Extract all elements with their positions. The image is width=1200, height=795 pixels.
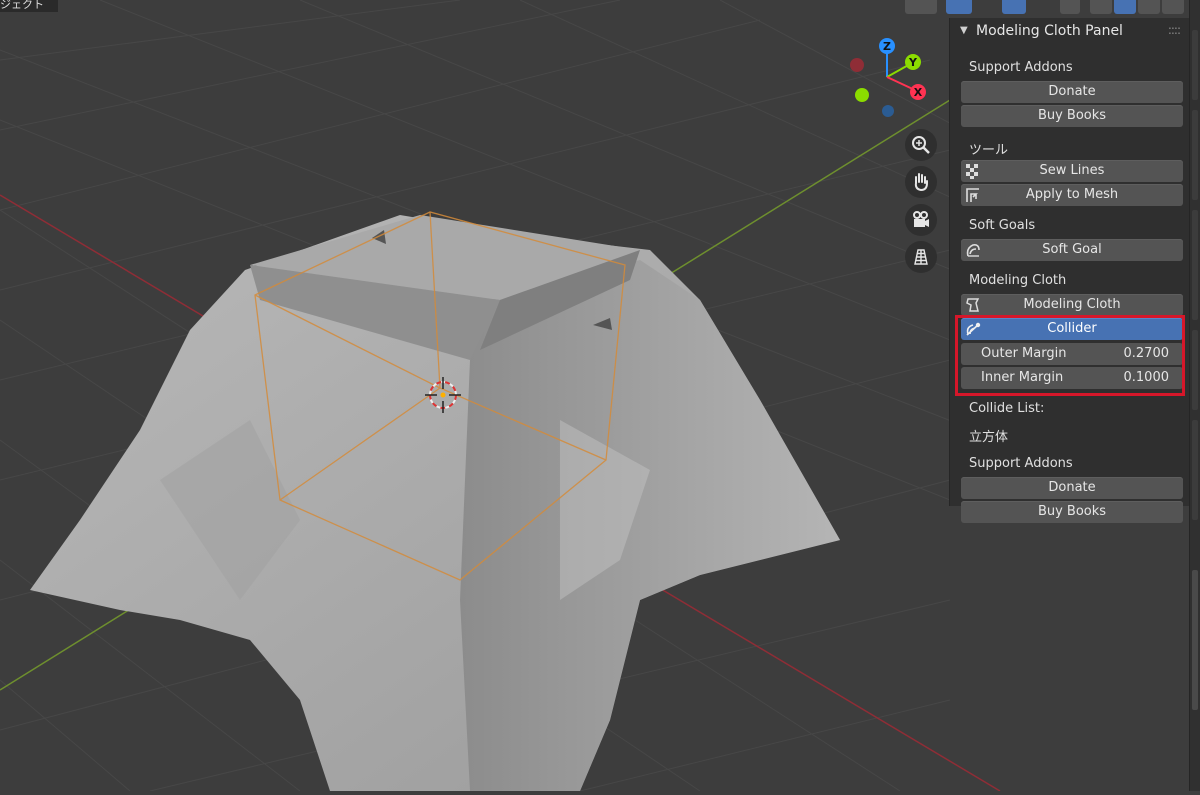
shading-material-button[interactable] (1138, 0, 1160, 14)
overlay-toggle-button[interactable] (1002, 0, 1026, 14)
donate-button-2[interactable]: Donate (961, 477, 1183, 499)
sidebar-tab-strip (1189, 0, 1200, 791)
modeling-cloth-heading: Modeling Cloth (969, 273, 1067, 288)
x-axis-label: X (914, 86, 923, 99)
z-axis-label: Z (883, 40, 891, 53)
cloth-icon (966, 298, 980, 312)
modeling-cloth-button[interactable]: Modeling Cloth (961, 294, 1183, 316)
selectability-button[interactable] (905, 0, 937, 14)
sew-lines-button[interactable]: Sew Lines (961, 160, 1183, 182)
sew-lines-label: Sew Lines (1039, 163, 1105, 178)
object-menu-label: ジェクト (0, 0, 44, 11)
buy-books-button-2[interactable]: Buy Books (961, 501, 1183, 523)
neg-y-axis-dot[interactable] (855, 88, 869, 102)
shading-rendered-button[interactable] (1162, 0, 1184, 14)
sidebar-tab[interactable] (1192, 330, 1198, 410)
buy-books-button[interactable]: Buy Books (961, 105, 1183, 127)
apply-to-mesh-button[interactable]: Apply to Mesh (961, 184, 1183, 206)
zoom-icon (912, 136, 930, 154)
xray-toggle-button[interactable] (1060, 0, 1080, 14)
checker-icon (966, 164, 978, 179)
sidebar-tab[interactable] (1192, 110, 1198, 200)
zoom-button[interactable] (905, 129, 937, 161)
neg-x-axis-dot[interactable] (850, 58, 864, 72)
gizmo-toggle-button[interactable] (946, 0, 972, 14)
sidebar-tab[interactable] (1192, 30, 1198, 100)
grid-icon (914, 249, 928, 265)
support-addons-heading: Support Addons (969, 60, 1073, 75)
sidebar-tab[interactable] (1192, 210, 1198, 320)
y-axis-handle[interactable]: Y (905, 54, 921, 70)
shading-solid-button[interactable] (1114, 0, 1136, 14)
tools-heading: ツール (969, 143, 1009, 158)
soft-goal-button[interactable]: Soft Goal (961, 239, 1183, 261)
pan-button[interactable] (905, 166, 937, 198)
panel-header[interactable]: ▼ Modeling Cloth Panel :::: (950, 18, 1190, 46)
hand-icon (914, 173, 928, 192)
panel-title: Modeling Cloth Panel (976, 23, 1123, 39)
donate-button[interactable]: Donate (961, 81, 1183, 103)
drag-grip-icon[interactable]: :::: (1168, 23, 1181, 37)
highlight-box (955, 315, 1185, 396)
camera-icon (913, 211, 929, 227)
support-addons-heading-2: Support Addons (969, 456, 1073, 471)
soft-goals-heading: Soft Goals (969, 218, 1036, 233)
apply-to-mesh-label: Apply to Mesh (1025, 187, 1119, 202)
sidebar-panel: ▼ Modeling Cloth Panel :::: Support Addo… (949, 18, 1190, 523)
camera-view-button[interactable] (905, 204, 937, 236)
modeling-cloth-label: Modeling Cloth (1023, 297, 1121, 312)
z-axis-handle[interactable]: Z (879, 38, 895, 54)
y-axis-label: Y (908, 56, 918, 69)
object-menu[interactable]: ジェクト (0, 0, 58, 12)
collide-list-heading: Collide List: (969, 401, 1045, 416)
x-axis-handle[interactable]: X (910, 84, 926, 100)
perspective-toggle-button[interactable] (905, 241, 937, 273)
soft-goal-icon (966, 244, 980, 257)
collapse-triangle-icon: ▼ (960, 25, 968, 36)
shading-wireframe-button[interactable] (1090, 0, 1112, 14)
sidebar-tab[interactable] (1192, 420, 1198, 520)
neg-z-axis-dot[interactable] (882, 105, 894, 117)
navigation-gizmo[interactable]: Z Y X (840, 30, 940, 130)
soft-goal-label: Soft Goal (1042, 242, 1102, 257)
collide-list-item[interactable]: 立方体 (969, 426, 1008, 445)
apply-mesh-icon (966, 188, 979, 202)
sidebar-tab-active[interactable] (1192, 570, 1198, 710)
